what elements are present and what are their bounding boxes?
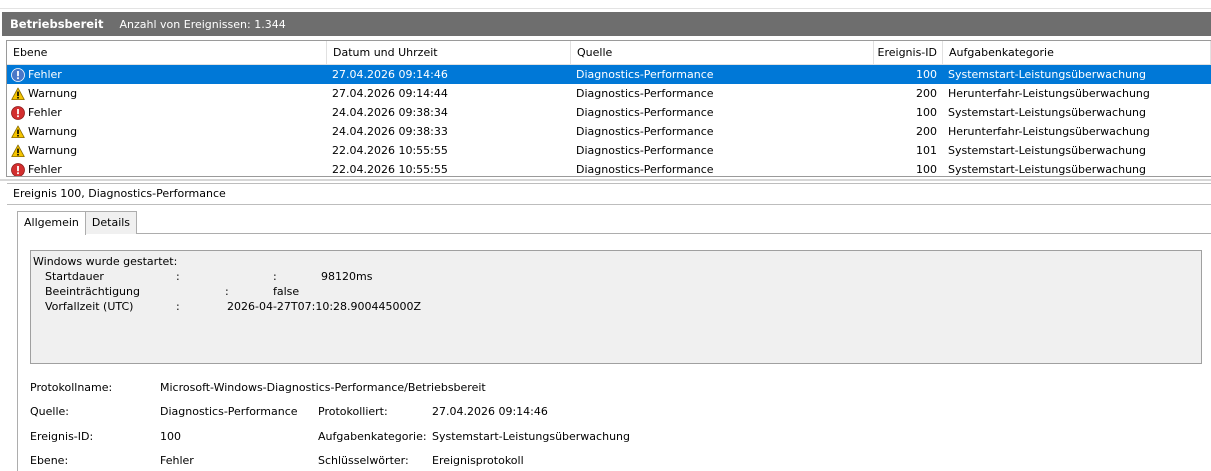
column-header-level[interactable]: Ebene — [7, 41, 327, 65]
cell-date: 27.04.2026 09:14:46 — [332, 68, 448, 81]
level-text: Warnung — [28, 144, 78, 157]
warning-icon — [11, 87, 25, 101]
cell-level: Fehler — [11, 65, 331, 84]
prop-protokolliert-label: Protokolliert: — [318, 405, 388, 418]
top-strip — [0, 0, 1211, 9]
level-text: Fehler — [28, 68, 62, 81]
cell-event-id: 200 — [916, 87, 937, 100]
cell-category: Systemstart-Leistungsüberwachung — [948, 68, 1146, 81]
cell-level: Warnung — [11, 84, 331, 103]
cell-category: Systemstart-Leistungsüberwachung — [948, 163, 1146, 176]
message-startdauer-label: Startdauer — [45, 270, 104, 283]
column-header-category[interactable]: Aufgabenkategorie — [943, 41, 1211, 65]
prop-ebene-value: Fehler — [160, 454, 194, 467]
error-icon — [11, 67, 25, 82]
cell-date: 24.04.2026 09:38:33 — [332, 125, 448, 138]
cell-level: Fehler — [11, 103, 331, 122]
cell-date: 22.04.2026 10:55:55 — [332, 163, 448, 176]
table-row[interactable]: Warnung 27.04.2026 09:14:44 Diagnostics-Pe… — [7, 84, 1211, 103]
cell-event-id: 200 — [916, 125, 937, 138]
splitter[interactable] — [0, 179, 1211, 181]
message-vorfallzeit-label: Vorfallzeit (UTC) — [45, 300, 134, 313]
table-row[interactable]: Warnung 22.04.2026 10:55:55 Diagnostics-Pe… — [7, 141, 1211, 160]
column-header-event-id[interactable]: Ereignis-ID — [874, 41, 943, 65]
cell-date: 27.04.2026 09:14:44 — [332, 87, 448, 100]
message-startdauer-value: 98120ms — [321, 270, 373, 283]
level-text: Fehler — [28, 163, 62, 176]
warning-icon — [11, 144, 25, 158]
event-list-header: Ebene Datum und Uhrzeit Quelle Ereignis-… — [7, 41, 1211, 65]
log-title-bar: Betriebsbereit Anzahl von Ereignissen: 1… — [2, 12, 1211, 36]
prop-schluesselwoerter-label: Schlüsselwörter: — [318, 454, 409, 467]
level-text: Warnung — [28, 87, 78, 100]
prop-schluesselwoerter-value: Ereignisprotokoll — [432, 454, 524, 467]
tab-allgemein[interactable]: Allgemein — [17, 211, 86, 235]
cell-level: Fehler — [11, 160, 331, 176]
message-beeintraechtigung-value: false — [273, 285, 300, 298]
error-icon — [11, 105, 25, 120]
prop-protokollname-label: Protokollname: — [30, 381, 113, 394]
cell-event-id: 100 — [916, 106, 937, 119]
prop-aufgabenkategorie-value: Systemstart-Leistungsüberwachung — [432, 430, 630, 443]
cell-category: Herunterfahr-Leistungsüberwachung — [948, 87, 1150, 100]
cell-event-id: 100 — [916, 68, 937, 81]
message-heading: Windows wurde gestartet: — [33, 255, 178, 268]
cell-category: Herunterfahr-Leistungsüberwachung — [948, 125, 1150, 138]
message-startdauer-sep2: : — [273, 270, 277, 283]
cell-event-id: 100 — [916, 163, 937, 176]
details-tabs: Allgemein Details — [17, 211, 138, 235]
prop-protokolliert-value: 27.04.2026 09:14:46 — [432, 405, 548, 418]
column-header-date[interactable]: Datum und Uhrzeit — [327, 41, 571, 65]
table-row[interactable]: Fehler 24.04.2026 09:38:34 Diagnostics-Per… — [7, 103, 1211, 122]
details-title: Ereignis 100, Diagnostics-Performance — [7, 183, 1211, 205]
prop-quelle-label: Quelle: — [30, 405, 69, 418]
error-icon — [11, 162, 25, 176]
cell-category: Systemstart-Leistungsüberwachung — [948, 106, 1146, 119]
warning-icon — [11, 125, 25, 139]
log-name: Betriebsbereit — [10, 17, 104, 31]
prop-ereignisid-value: 100 — [160, 430, 181, 443]
prop-quelle-value: Diagnostics-Performance — [160, 405, 298, 418]
prop-aufgabenkategorie-label: Aufgabenkategorie: — [318, 430, 427, 443]
cell-date: 24.04.2026 09:38:34 — [332, 106, 448, 119]
level-text: Warnung — [28, 125, 78, 138]
event-message-box[interactable]: Windows wurde gestartet: Startdauer : : … — [30, 250, 1202, 364]
cell-event-id: 101 — [916, 144, 937, 157]
cell-level: Warnung — [11, 122, 331, 141]
column-header-source[interactable]: Quelle — [571, 41, 874, 65]
message-beeintraechtigung-label: Beeinträchtigung — [45, 285, 140, 298]
message-vorfallzeit-value: 2026-04-27T07:10:28.900445000Z — [227, 300, 422, 313]
cell-date: 22.04.2026 10:55:55 — [332, 144, 448, 157]
table-row[interactable]: Fehler 27.04.2026 09:14:46 Diagnostics-Per… — [7, 65, 1211, 84]
tab-details[interactable]: Details — [84, 211, 138, 234]
table-row[interactable]: Warnung 24.04.2026 09:38:33 Diagnostics-Pe… — [7, 122, 1211, 141]
prop-protokollname-value: Microsoft-Windows-Diagnostics-Performanc… — [160, 381, 486, 394]
cell-level: Warnung — [11, 141, 331, 160]
cell-category: Systemstart-Leistungsüberwachung — [948, 144, 1146, 157]
prop-ebene-label: Ebene: — [30, 454, 69, 467]
message-beeintraechtigung-sep: : — [225, 285, 229, 298]
message-vorfallzeit-sep: : — [176, 300, 180, 313]
level-text: Fehler — [28, 106, 62, 119]
table-row[interactable]: Fehler 22.04.2026 10:55:55 Diagnostics-Per… — [7, 160, 1211, 176]
event-list[interactable]: Ebene Datum und Uhrzeit Quelle Ereignis-… — [6, 40, 1211, 177]
event-count: Anzahl von Ereignissen: 1.344 — [119, 17, 286, 31]
prop-ereignisid-label: Ereignis-ID: — [30, 430, 94, 443]
message-startdauer-sep1: : — [176, 270, 180, 283]
